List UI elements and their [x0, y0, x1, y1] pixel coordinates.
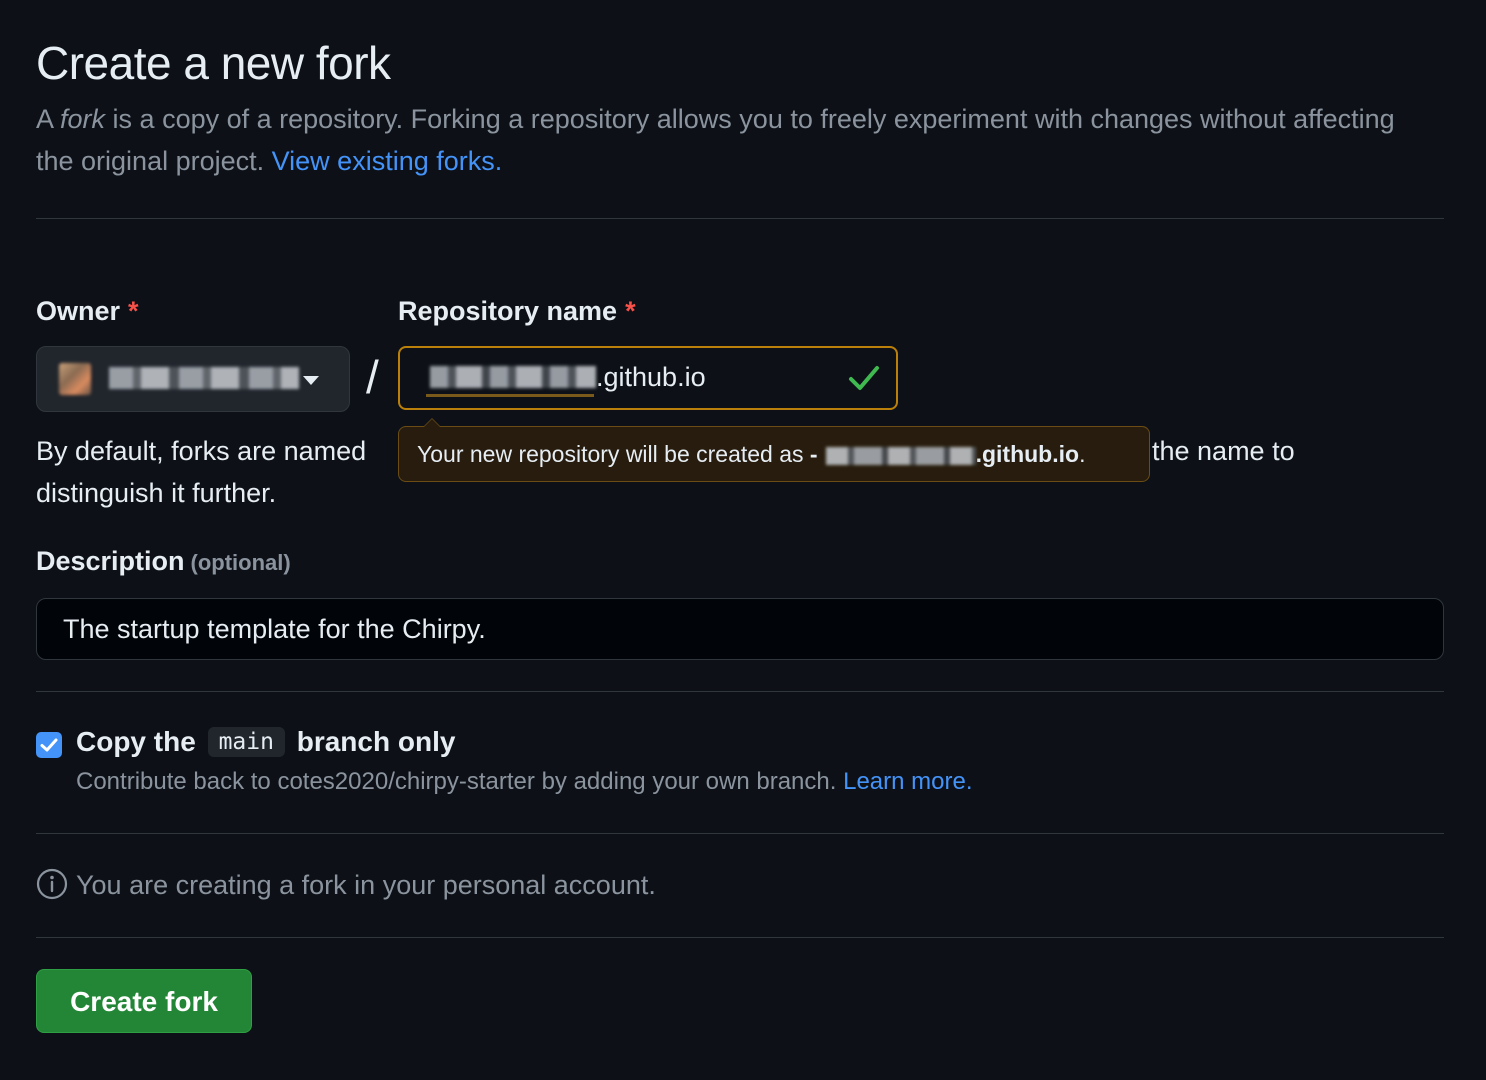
copy-branch-label[interactable]: Copy the main branch only	[76, 726, 455, 758]
owner-label: Owner *	[36, 296, 139, 326]
description-input[interactable]	[36, 598, 1444, 660]
help-text-line2: distinguish it further.	[36, 478, 277, 508]
view-existing-forks-link[interactable]: View existing forks.	[272, 146, 503, 176]
info-icon	[36, 868, 68, 900]
divider	[36, 937, 1444, 938]
checkmark-icon	[40, 738, 58, 752]
owner-select[interactable]	[36, 346, 350, 412]
help-text-start: By default, forks are named	[36, 436, 367, 466]
copy-branch-note: Contribute back to cotes2020/chirpy-star…	[76, 768, 973, 795]
owner-repo-separator: /	[366, 351, 379, 403]
divider	[36, 833, 1444, 834]
repository-name-input[interactable]: .github.io	[398, 346, 898, 410]
description-label: Description (optional)	[36, 546, 291, 576]
account-info: You are creating a fork in your personal…	[36, 868, 656, 901]
divider	[36, 218, 1444, 219]
required-marker: *	[128, 296, 139, 326]
repository-name-label: Repository name *	[398, 296, 636, 326]
repository-name-redacted	[430, 366, 596, 388]
required-marker: *	[625, 296, 636, 326]
chevron-down-icon	[303, 376, 319, 385]
intro-text: A fork is a copy of a repository. Forkin…	[36, 104, 1395, 176]
tooltip-name-redacted	[825, 446, 976, 465]
check-icon	[849, 366, 879, 390]
create-fork-button[interactable]: Create fork	[36, 969, 252, 1033]
learn-more-link[interactable]: Learn more.	[843, 768, 972, 795]
page-title: Create a new fork	[36, 37, 391, 89]
branch-name-code: main	[207, 727, 285, 757]
owner-name-redacted	[109, 367, 299, 389]
copy-main-branch-checkbox[interactable]	[36, 732, 62, 758]
divider	[36, 691, 1444, 692]
spellcheck-underline	[426, 394, 594, 397]
help-text-end: the name to	[1152, 436, 1295, 466]
repository-name-tooltip: Your new repository will be created as -…	[398, 418, 1150, 482]
repository-name-suffix: .github.io	[596, 362, 706, 392]
optional-tag: (optional)	[190, 550, 291, 575]
owner-avatar	[59, 363, 91, 395]
fork-term: fork	[60, 104, 106, 134]
